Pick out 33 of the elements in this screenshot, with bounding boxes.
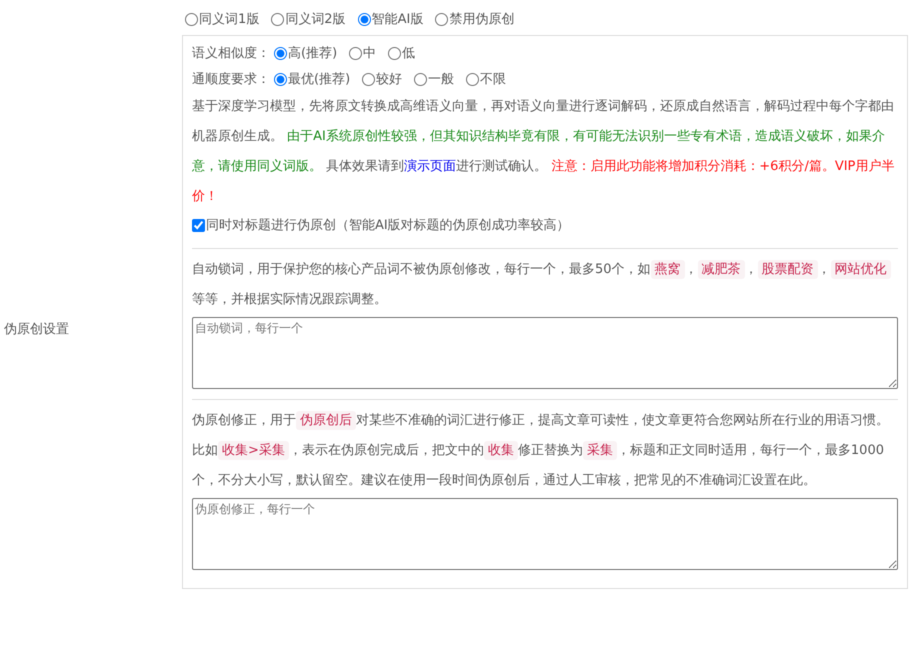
radio-button[interactable] xyxy=(349,46,362,60)
radio-button[interactable] xyxy=(414,72,428,86)
radio-label[interactable]: 不限 xyxy=(480,70,506,88)
radio-label[interactable]: 高(推荐) xyxy=(288,44,338,62)
radio-label[interactable]: 低 xyxy=(402,44,416,62)
radio-button[interactable] xyxy=(274,46,287,60)
radio-button[interactable] xyxy=(466,72,480,86)
demo-link[interactable]: 演示页面 xyxy=(404,159,456,174)
radio-label[interactable]: 中 xyxy=(363,44,376,62)
setting-label: 伪原创设置 xyxy=(3,321,70,338)
radio-label[interactable]: 最优(推荐) xyxy=(288,70,350,88)
radio-button[interactable] xyxy=(271,12,284,26)
radio-button[interactable] xyxy=(362,72,376,86)
checkbox-label[interactable]: 同时对标题进行伪原创（智能AI版对标题的伪原创成功率较高） xyxy=(206,216,570,234)
radio-button[interactable] xyxy=(274,72,287,86)
option-label: 语义相似度： xyxy=(192,45,270,62)
radio-label[interactable]: 禁用伪原创 xyxy=(449,10,514,28)
radio-button[interactable] xyxy=(435,12,448,26)
text-area[interactable]: 伪原创修正，每行一个 xyxy=(192,498,898,570)
radio-button[interactable] xyxy=(185,12,198,26)
description-text: 自动锁词，用于保护您的核心产品词不被伪原创修改，每行一个，最多50个，如 燕窝 ， 减肥茶 ， 股票配资 ， 网站优化 等等，并根据实际情况跟踪调整。 xyxy=(192,255,898,315)
description-text: 伪原创修正，用于 伪原创后 对某些不准确的词汇进行修正，提高文章可读性，使文章更符合您网站所在行业的用语习惯。比如 收集>采集 ，表示在伪原创完成后，把文中的 收集 修正替换为 采集 ，标题和正文同时适用，每行一个，最多1000个，不分大小写，默认留空。建议在使用一段时间伪原创后，通过人工审核，把常见的不准确词汇设置在此。 xyxy=(192,410,890,490)
radio-label[interactable]: 一般 xyxy=(428,70,454,88)
radio-button[interactable] xyxy=(358,12,371,26)
description-text: 基于深度学习模型，先将原文转换成高维语义向量，再对语义向量进行逐词解码，还原成自然语言，解码过程中每个字都由机器原创生成。 由于AI系统原创性较强，但其知识结构毕竟有限，有可能无法识别一些专有术语，造成语义破坏，如果介意，请使用同义词版。 具体效果请到演示页面进行测试确认。 注意：启用此功能将增加积分消耗：+6积分/篇。VIP用户半价！ xyxy=(192,98,896,206)
checkbox[interactable] xyxy=(192,218,205,232)
radio-label[interactable]: 较好 xyxy=(376,70,402,88)
radio-label[interactable]: 智能AI版 xyxy=(372,10,424,28)
radio-button[interactable] xyxy=(388,46,402,60)
option-label: 通顺度要求： xyxy=(192,71,270,88)
radio-label[interactable]: 同义词1版 xyxy=(199,10,260,28)
radio-label[interactable]: 同义词2版 xyxy=(285,10,346,28)
text-area[interactable]: 自动锁词，每行一个 xyxy=(192,317,898,389)
